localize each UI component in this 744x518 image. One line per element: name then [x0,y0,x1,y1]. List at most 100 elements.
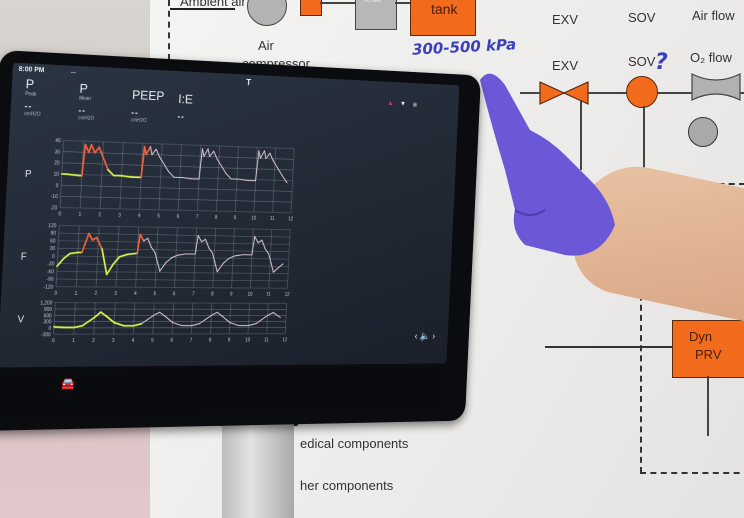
volume-trace-segment [199,315,211,323]
flow-trace-segment [217,263,223,272]
grid-line-vertical [74,303,76,335]
flow-trace-segment [198,235,202,241]
flow-trace-segment [96,238,103,249]
volume-trace-segment [211,312,217,315]
prv-label-1: Dyn [689,329,713,344]
flow-trace-segment [82,233,89,252]
pressure-trace-segment [226,173,232,179]
flow-trace-segment [212,253,219,272]
o2-flow-label: O₂ flow [690,50,732,65]
status-icons: ▲ ▼ ※ [387,100,417,109]
x-tick-label: 12 [284,292,289,298]
y-tick-label: 300 [43,320,52,326]
flow-trace-segment [154,252,161,271]
x-tick-label: 3 [118,213,121,219]
prv-label-2: PRV [695,347,722,362]
y-tick-label: 120 [48,223,57,229]
pressure-trace-segment [108,170,114,176]
param-value: -- [78,105,87,116]
flow-trace-segment [258,240,262,243]
flow-trace-segment [144,238,148,241]
grid-line-vertical [191,303,193,334]
grid-line-vertical [210,303,212,334]
flow-trace-segment [70,252,78,253]
param-unit: cmH2O [130,117,147,124]
grid-line-horizontal [58,248,289,251]
flow-trace-segment [166,257,172,262]
x-tick-label: 5 [151,338,154,344]
pressure-trace-segment [273,161,283,175]
flow-trace-segment [205,239,209,248]
grid-line-vertical [285,303,286,333]
car-icon[interactable]: 🚘 [60,377,75,391]
alert-icon[interactable]: ▲ [387,100,393,108]
volume-trace-segment [256,315,268,323]
y-tick-label: 90 [50,231,56,237]
x-tick-label: 5 [153,291,156,297]
y-tick-label: 0 [52,254,55,260]
volume-trace-segment [142,315,154,323]
param-label: I:E [177,91,194,107]
pressure-note: 300-500 kPa [411,35,517,59]
x-tick-label: 8 [215,215,218,221]
x-tick-label: 7 [196,214,199,220]
pressure-trace-segment [266,153,270,158]
volume-trace-segment [192,324,200,326]
param-mean-pressure[interactable]: P Mean -- cmH2O [78,80,96,122]
pressure-trace-segment [152,149,156,155]
param-unit: cmH2O [77,115,95,122]
x-tick-label: 2 [94,291,97,297]
prv-icon: Dyn PRV [672,320,744,378]
pressure-trace-segment [150,147,152,155]
flow-trace-segment [262,240,266,249]
center-indicator: -- [70,67,77,77]
volume-icon[interactable]: 🔈 [420,331,431,341]
air-compressor-label: Air [258,38,274,53]
grid-line-horizontal [55,303,286,304]
flow-trace-segment [101,249,108,274]
bluetooth-icon: ※ [412,102,418,109]
volume-trace-segment [74,326,82,328]
tesla-logo-icon: T [245,77,252,88]
x-tick-label: 4 [131,338,134,344]
flow-trace-segment [273,269,277,273]
param-peak-pressure[interactable]: P Peak -- cmH2O [24,75,43,117]
air-compressor-icon [247,0,287,26]
check-valve-icon [300,0,322,16]
x-tick-label: 11 [266,292,271,298]
volume-control[interactable]: ‹ 🔈 › [414,331,435,341]
grid-line-horizontal [58,241,289,245]
flow-trace-segment [235,255,243,256]
y-tick-label: 900 [44,307,53,313]
volume-trace-segment [273,312,281,317]
volume-trace-segment [95,312,101,317]
y-tick-label: 0 [55,183,58,189]
grid-line-vertical [248,303,249,333]
pressure-gauge-icon [688,117,718,147]
volume-trace-segment [154,312,160,315]
flow-chart-svg: F1209060300-30-60-90-1200 1 2 3 4 5 6 7 8 9 10 11 12 [20,223,298,298]
flow-trace-segment [57,259,63,267]
tank-label: tank [431,1,458,17]
x-tick-label: 9 [234,215,237,221]
param-sublabel: Mean [78,95,92,103]
x-tick-label: 7 [190,338,193,344]
volume-trace-segment [248,324,256,326]
pipe [643,106,645,176]
pressure-trace-segment [91,145,95,153]
y-tick-label: 20 [54,161,60,167]
param-value: -- [24,101,33,112]
volume-down-arrow[interactable]: ‹ [414,332,417,342]
param-peep[interactable]: PEEP -- cmH2O [131,86,165,124]
param-label: PEEP [131,87,165,104]
flow-trace-segment [178,254,186,255]
grid-line-horizontal [56,287,287,289]
x-tick-label: 1 [72,338,75,344]
question-mark: ? [655,50,668,75]
pressure-trace-segment [146,147,150,155]
grid-line-horizontal [54,334,286,335]
axis-label-v: V [17,314,24,325]
param-ie-ratio[interactable]: I:E -- [177,90,193,121]
volume-up-arrow[interactable]: › [432,331,435,341]
y-tick-label: -10 [51,194,58,200]
